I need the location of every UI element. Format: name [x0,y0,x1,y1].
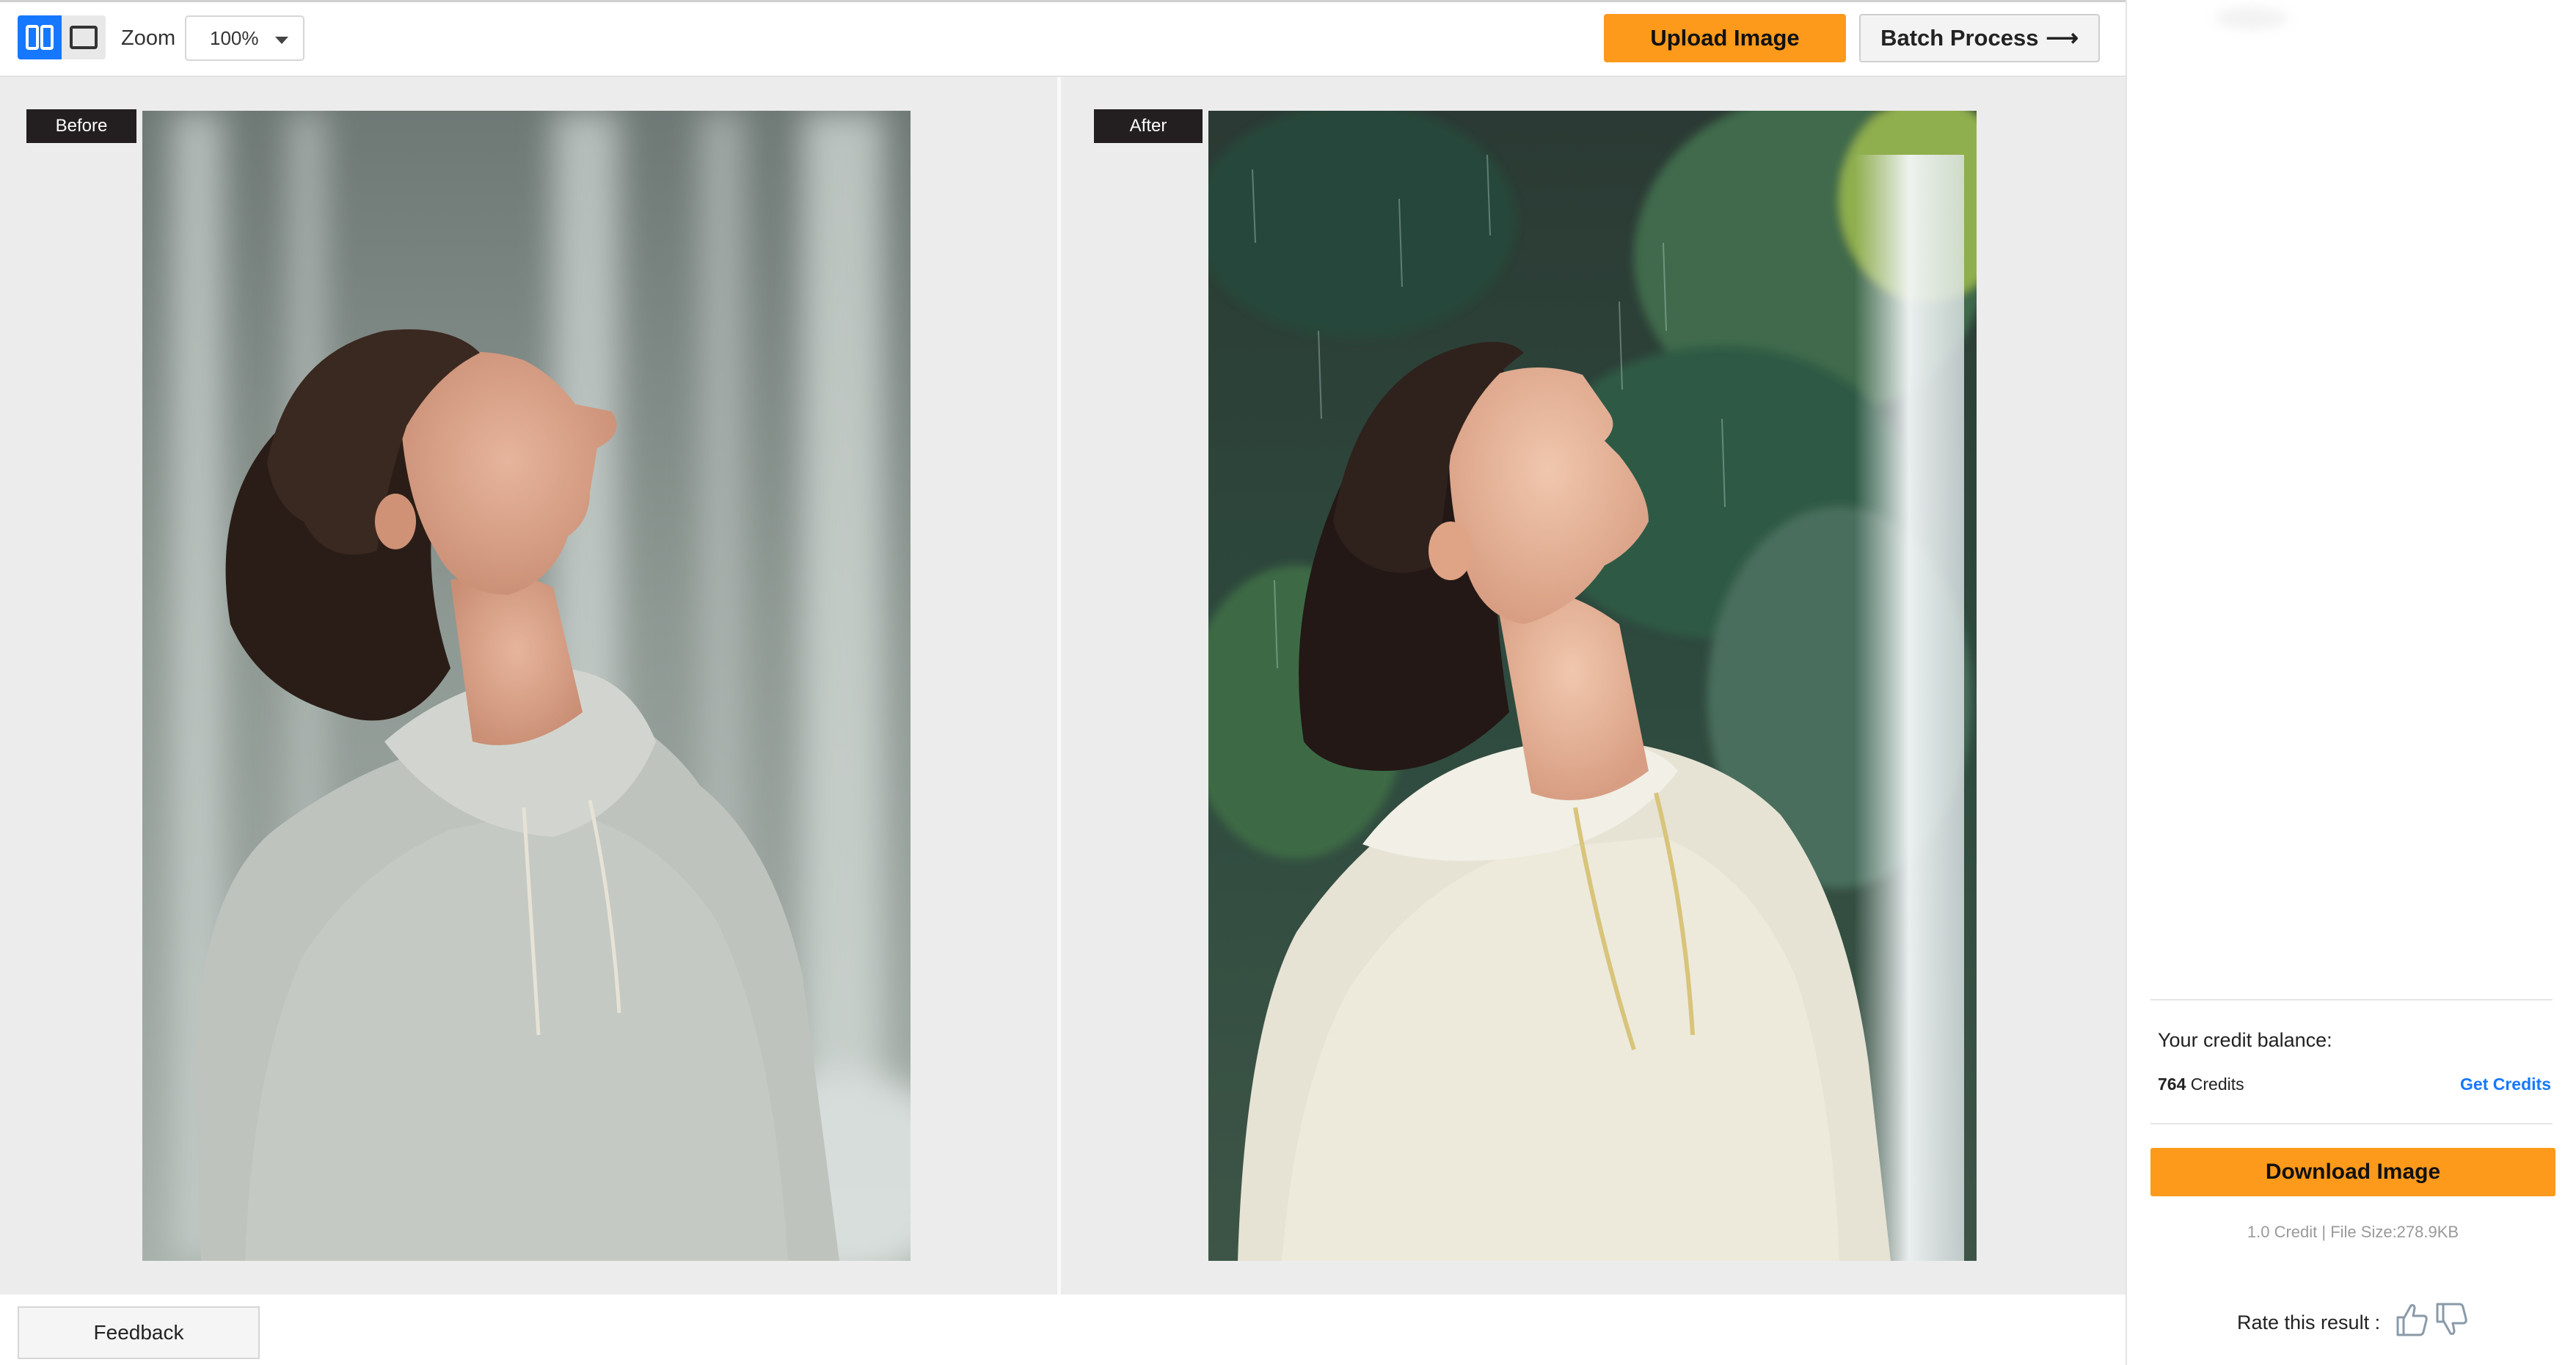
batch-process-button[interactable]: Batch Process ⟶ [1859,14,2100,62]
get-credits-link[interactable]: Get Credits [2460,1075,2551,1094]
split-view-button[interactable] [18,15,62,59]
feedback-button[interactable]: Feedback [18,1306,260,1359]
single-view-icon [70,26,98,49]
single-view-button[interactable] [62,15,106,59]
compare-area: Before After [0,77,2126,1295]
before-badge: Before [26,109,136,143]
zoom-value: 100% [210,26,259,49]
credit-count: 764 [2158,1075,2186,1094]
chevron-down-icon [275,37,288,44]
file-info: 1.0 Credit | File Size:278.9KB [2247,1223,2459,1241]
batch-process-label: Batch Process [1880,25,2039,51]
download-image-label: Download Image [2265,1160,2441,1184]
upload-image-label: Upload Image [1650,25,1800,51]
split-view-icon [26,25,54,50]
panel-separator [2150,1123,2553,1124]
upload-image-button[interactable]: Upload Image [1604,14,1846,62]
zoom-label: Zoom [121,26,176,50]
feedback-label: Feedback [93,1321,184,1344]
toolbar: Zoom 100% Upload Image Batch Process ⟶ [0,2,2126,77]
credit-balance-amount: 764 Credits [2158,1075,2244,1094]
blurred-avatar [2215,7,2288,29]
compare-divider [1057,77,1061,1295]
thumbs-up-icon[interactable] [2395,1301,2429,1338]
after-image [1208,111,1977,1261]
panel-separator [2150,999,2553,1000]
credit-balance-label: Your credit balance: [2158,1029,2332,1051]
before-image [142,111,911,1261]
rate-result-label: Rate this result : [2237,1311,2381,1333]
thumbs-down-icon[interactable] [2434,1301,2468,1338]
credit-unit: Credits [2186,1075,2244,1094]
download-image-button[interactable]: Download Image [2150,1148,2555,1196]
bottom-strip: Feedback [0,1295,2126,1365]
zoom-select[interactable]: 100% [185,15,304,61]
right-panel: Your credit balance: 764 Credits Get Cre… [2126,0,2576,1365]
after-badge: After [1094,109,1203,143]
arrow-right-icon: ⟶ [2046,25,2079,51]
